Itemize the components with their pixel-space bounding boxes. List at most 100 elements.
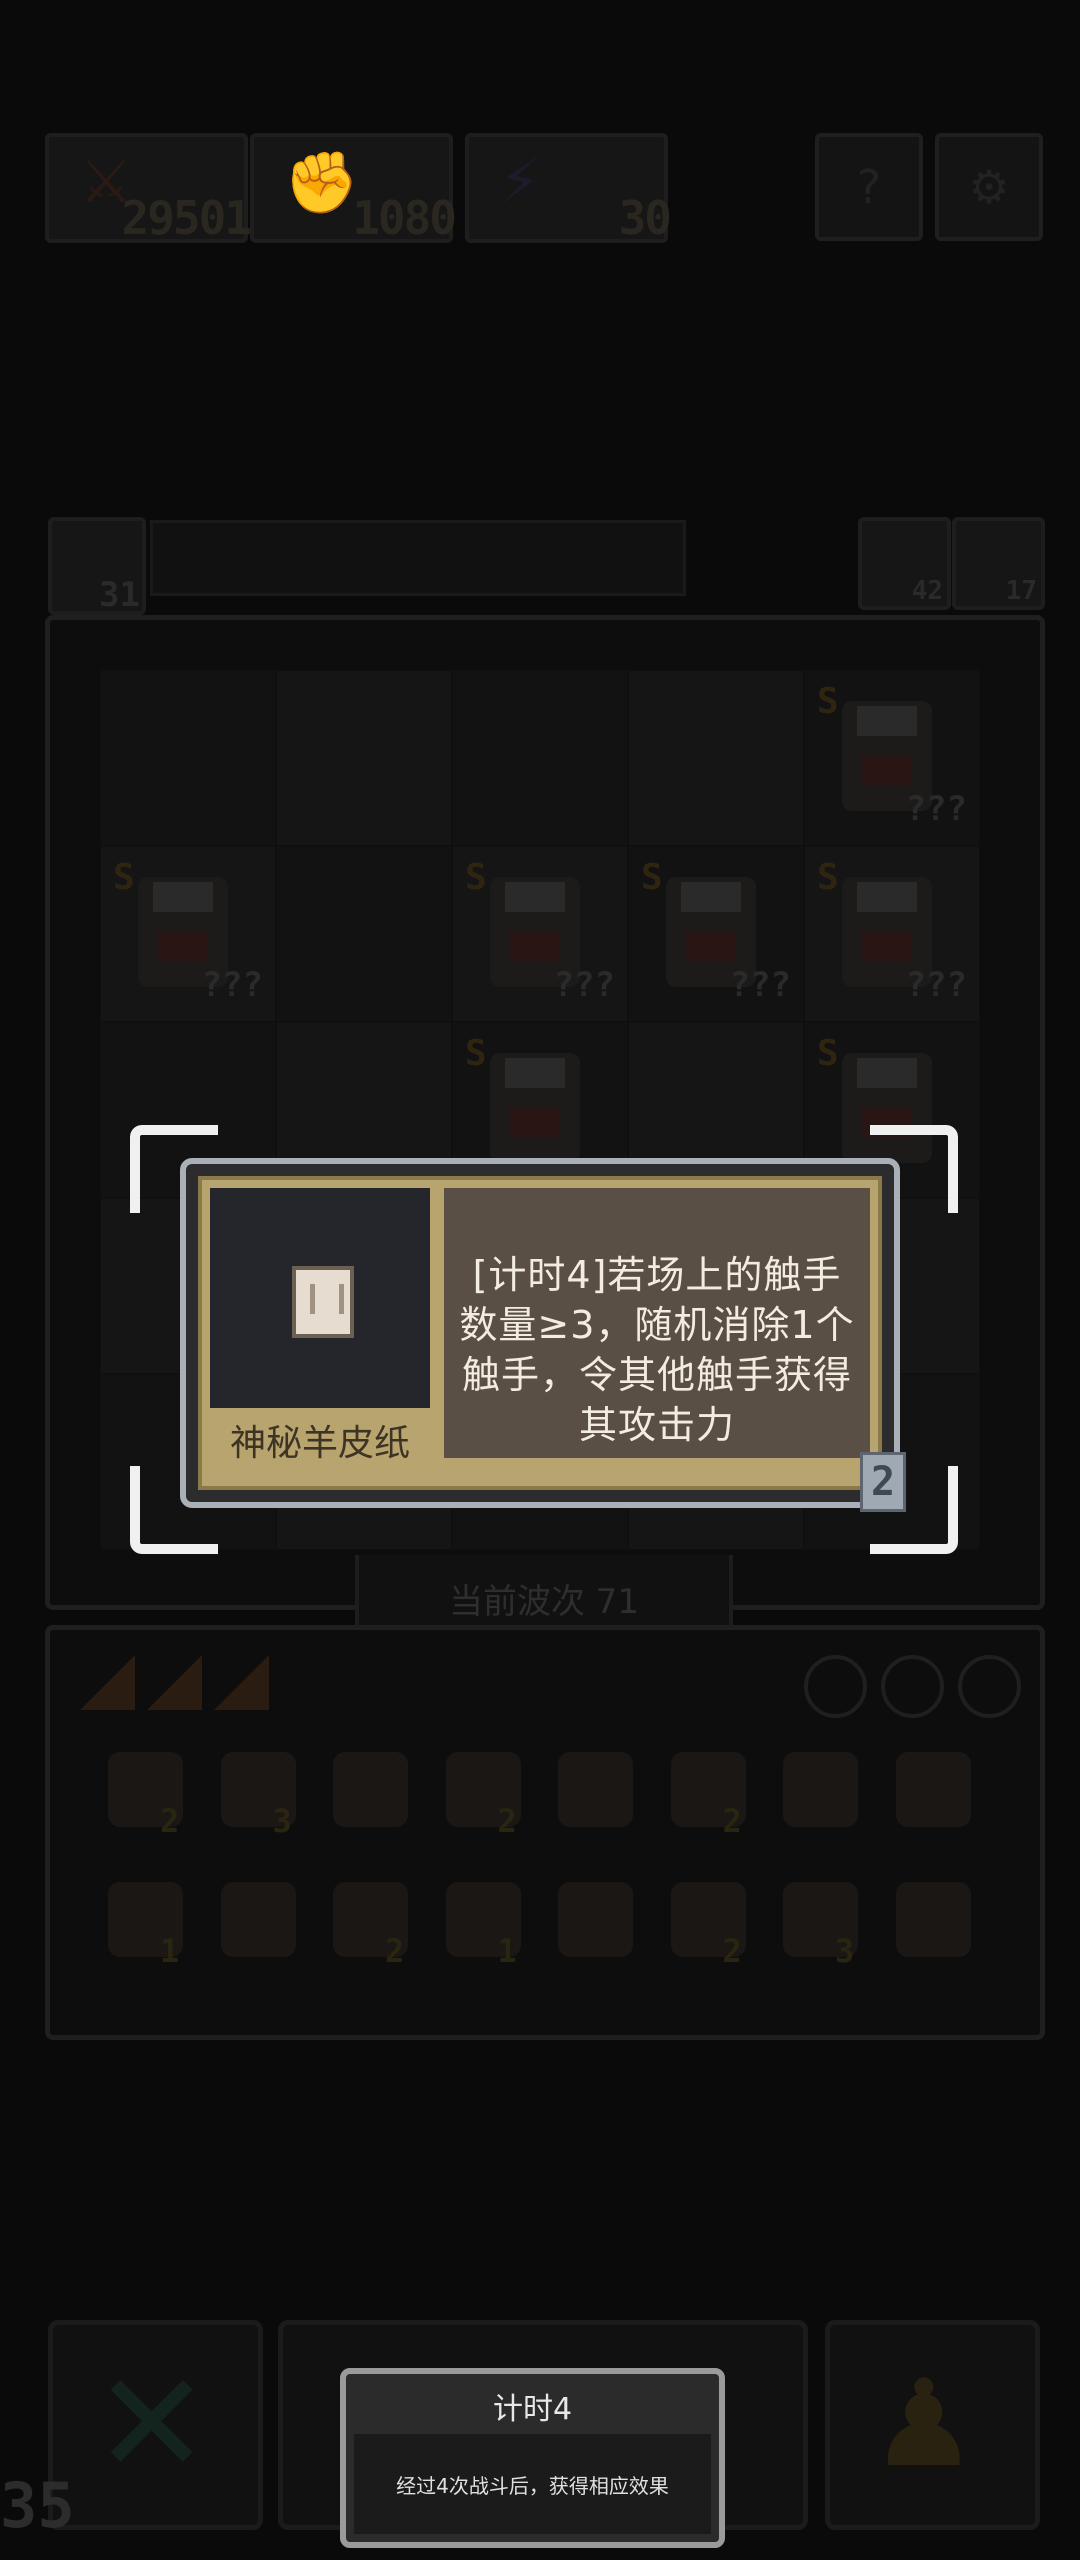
item-detail-popup: 神秘羊皮纸 [计时4]若场上的触手数量≥3，随机消除1个触手，令其他触手获得其攻… bbox=[180, 1158, 906, 1512]
rank-badge: S bbox=[817, 1033, 839, 1074]
energy-counter: 31 bbox=[48, 517, 146, 615]
unit-hidden-stat: ??? bbox=[905, 965, 967, 1005]
inventory-item-orb[interactable]: 3 bbox=[765, 1870, 878, 2000]
rank-badge: S bbox=[641, 857, 663, 898]
unit-knight[interactable]: S bbox=[465, 1033, 605, 1173]
tooltip-title: 计时4 bbox=[492, 2392, 573, 2427]
inventory-item-helmet[interactable]: 3 bbox=[203, 1740, 316, 1870]
inventory-item-potion[interactable]: 1 bbox=[90, 1870, 203, 2000]
item-icon-panel bbox=[210, 1188, 430, 1408]
parchment-icon bbox=[292, 1266, 354, 1338]
inventory-item-gem[interactable]: 2 bbox=[90, 1740, 203, 1870]
board-cell[interactable]: S ??? bbox=[804, 846, 980, 1022]
board-cell[interactable]: S ??? bbox=[452, 846, 628, 1022]
inventory-item-mask[interactable] bbox=[540, 1870, 653, 2000]
inventory-item-axe[interactable]: 2 bbox=[428, 1740, 541, 1870]
pawn-icon: ♟ bbox=[870, 2355, 978, 2494]
armor-icon bbox=[333, 1752, 408, 1827]
key-counter[interactable]: 17 bbox=[952, 517, 1045, 610]
feather-icon bbox=[783, 1752, 858, 1827]
target-icon[interactable] bbox=[804, 1655, 867, 1718]
key-icon bbox=[895, 1752, 971, 1827]
rank-badge: S bbox=[465, 857, 487, 898]
tooltip-text: 经过4次战斗后，获得相应效果 bbox=[396, 2473, 669, 2498]
unit-knight[interactable]: S ??? bbox=[465, 857, 615, 1005]
leaf-icon bbox=[220, 1882, 296, 1957]
unit-knight[interactable]: S ??? bbox=[817, 681, 967, 829]
item-level-badge: 2 bbox=[860, 1452, 906, 1512]
lightning-icon: ⚡ bbox=[499, 147, 542, 217]
item-count: 2 bbox=[160, 1802, 180, 1840]
fist-icon: ✊ bbox=[284, 148, 359, 218]
board-cell[interactable] bbox=[452, 670, 628, 846]
item-count: 1 bbox=[497, 1932, 517, 1970]
item-name: 神秘羊皮纸 bbox=[229, 1423, 410, 1464]
inventory-item-key[interactable] bbox=[878, 1740, 991, 1870]
attack-value: 29501 bbox=[121, 191, 252, 245]
unit-knight[interactable]: S ??? bbox=[817, 857, 967, 1005]
item-count: 2 bbox=[385, 1932, 405, 1970]
inventory-item-slime[interactable]: 2 bbox=[315, 1870, 428, 2000]
board-cell[interactable] bbox=[276, 670, 452, 846]
inventory-item-scroll[interactable]: 2 bbox=[653, 1740, 766, 1870]
unit-hidden-stat: ??? bbox=[553, 965, 615, 1005]
inventory-grid: 2 3 2 2 1 2 1 2 3 bbox=[90, 1740, 990, 2000]
inventory-item-hourglass[interactable]: 2 bbox=[653, 1870, 766, 2000]
inventory-tabs bbox=[80, 1655, 281, 1714]
help-icon: ? bbox=[856, 160, 882, 214]
hand-value: 1080 bbox=[352, 191, 457, 245]
shield-icon[interactable] bbox=[958, 1655, 1021, 1718]
inventory-item-armor[interactable] bbox=[315, 1740, 428, 1870]
keyword-tooltip: 计时4 经过4次战斗后，获得相应效果 bbox=[340, 2368, 725, 2548]
board-cell[interactable]: S ??? bbox=[100, 846, 276, 1022]
item-count: 1 bbox=[160, 1932, 180, 1970]
board-cell[interactable]: S ??? bbox=[804, 670, 980, 846]
board-cell[interactable] bbox=[100, 670, 276, 846]
inventory-tools bbox=[790, 1655, 1021, 1722]
claws-icon bbox=[558, 1752, 633, 1827]
attack-resource: ⚔ 29501 bbox=[45, 133, 252, 245]
unit-hidden-stat: ??? bbox=[905, 789, 967, 829]
energy-bar bbox=[150, 520, 686, 596]
board-cell[interactable] bbox=[276, 846, 452, 1022]
rank-badge: S bbox=[465, 1033, 487, 1074]
unit-hidden-stat: ??? bbox=[729, 965, 791, 1005]
tab-triangle-icon[interactable] bbox=[80, 1655, 135, 1710]
tab-triangle-icon[interactable] bbox=[214, 1655, 269, 1710]
energy-counter-value: 31 bbox=[99, 575, 140, 615]
mask-icon bbox=[558, 1882, 633, 1957]
rank-badge: S bbox=[817, 681, 839, 722]
cancel-button[interactable]: ✕ bbox=[48, 2320, 263, 2530]
item-count: 2 bbox=[722, 1932, 742, 1970]
item-description-panel: [计时4]若场上的触手数量≥3，随机消除1个触手，令其他触手获得其攻击力 bbox=[444, 1188, 870, 1458]
recruit-button[interactable]: ♟ bbox=[825, 2320, 1040, 2530]
inventory-item-claws[interactable] bbox=[540, 1740, 653, 1870]
close-icon: ✕ bbox=[93, 2343, 211, 2506]
item-count: 3 bbox=[835, 1932, 855, 1970]
rank-badge: S bbox=[817, 857, 839, 898]
item-description[interactable]: [计时4]若场上的触手数量≥3，随机消除1个触手，令其他触手获得其攻击力 bbox=[454, 1250, 860, 1450]
inventory-item-dice[interactable] bbox=[878, 1870, 991, 2000]
item-count: 2 bbox=[722, 1802, 742, 1840]
settings-button[interactable]: ⚙ bbox=[935, 133, 1043, 241]
inventory-item-leaf[interactable] bbox=[203, 1870, 316, 2000]
refresh-counter-value: 42 bbox=[911, 576, 943, 606]
tab-triangle-icon[interactable] bbox=[147, 1655, 202, 1710]
inventory-item-tent[interactable]: 1 bbox=[428, 1870, 541, 2000]
rank-badge: S bbox=[113, 857, 135, 898]
unit-knight[interactable]: S ??? bbox=[113, 857, 263, 1005]
board-cell[interactable] bbox=[628, 670, 804, 846]
energy-resource: ⚡ 30 bbox=[465, 133, 672, 245]
gear-icon: ⚙ bbox=[968, 160, 1010, 214]
knight-sprite bbox=[490, 1053, 580, 1163]
inventory-item-feather[interactable] bbox=[765, 1740, 878, 1870]
hand-resource: ✊ 1080 bbox=[250, 133, 457, 245]
help-button[interactable]: ? bbox=[815, 133, 923, 241]
item-count: 3 bbox=[272, 1802, 292, 1840]
item-detail-frame: 神秘羊皮纸 [计时4]若场上的触手数量≥3，随机消除1个触手，令其他触手获得其攻… bbox=[198, 1176, 882, 1490]
board-cell[interactable]: S ??? bbox=[628, 846, 804, 1022]
unit-knight[interactable]: S ??? bbox=[641, 857, 791, 1005]
refresh-counter[interactable]: 42 bbox=[858, 517, 951, 610]
item-count: 2 bbox=[497, 1802, 517, 1840]
helmet-icon[interactable] bbox=[881, 1655, 944, 1718]
